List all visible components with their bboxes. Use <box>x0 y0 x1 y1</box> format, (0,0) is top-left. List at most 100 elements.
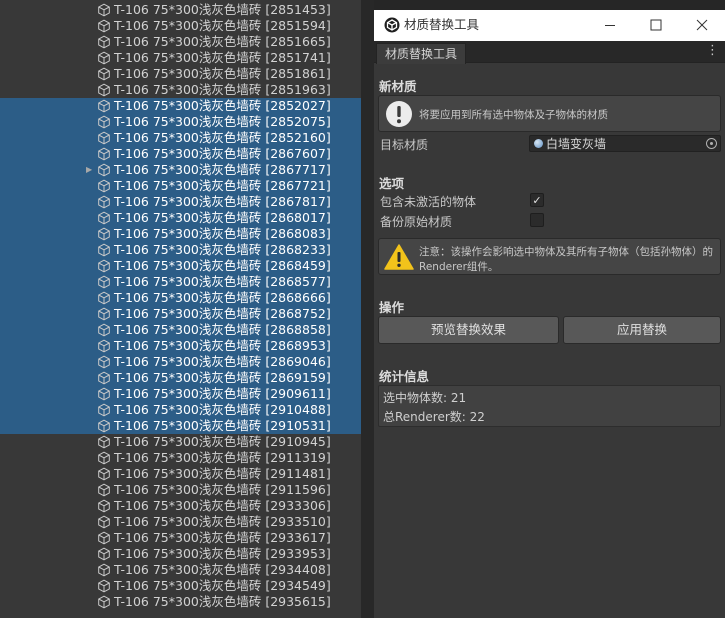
hierarchy-item-label: T-106 75*300浅灰色墙砖 [2868233] <box>114 242 331 257</box>
hierarchy-item-label: T-106 75*300浅灰色墙砖 [2868752] <box>114 306 331 321</box>
hierarchy-panel: T-106 75*300浅灰色墙砖 [2851453] T-106 75*300浅… <box>0 0 361 618</box>
hierarchy-item-label: T-106 75*300浅灰色墙砖 [2910488] <box>114 402 331 417</box>
hierarchy-item-label: T-106 75*300浅灰色墙砖 [2851594] <box>114 18 331 33</box>
include-inactive-checkbox[interactable]: ✓ <box>530 193 544 207</box>
gameobject-cube-icon <box>98 243 110 257</box>
hierarchy-item[interactable]: T-106 75*300浅灰色墙砖 [2868017] <box>0 210 361 226</box>
hierarchy-item-label: T-106 75*300浅灰色墙砖 [2933510] <box>114 514 331 529</box>
hierarchy-item-label: T-106 75*300浅灰色墙砖 [2852027] <box>114 98 331 113</box>
backup-materials-label: 备份原始材质 <box>380 215 453 229</box>
renderer-count: 总Renderer数: 22 <box>383 410 485 424</box>
hierarchy-item[interactable]: T-106 75*300浅灰色墙砖 [2868666] <box>0 290 361 306</box>
maximize-button[interactable] <box>638 14 674 36</box>
hierarchy-item[interactable]: T-106 75*300浅灰色墙砖 [2934408] <box>0 562 361 578</box>
hierarchy-item[interactable]: T-106 75*300浅灰色墙砖 [2868752] <box>0 306 361 322</box>
hierarchy-item[interactable]: T-106 75*300浅灰色墙砖 [2933617] <box>0 530 361 546</box>
gameobject-cube-icon <box>98 579 110 593</box>
hierarchy-item[interactable]: T-106 75*300浅灰色墙砖 [2867817] <box>0 194 361 210</box>
close-icon <box>696 19 708 31</box>
hierarchy-item[interactable]: T-106 75*300浅灰色墙砖 [2851665] <box>0 34 361 50</box>
hierarchy-item-label: T-106 75*300浅灰色墙砖 [2868577] <box>114 274 331 289</box>
apply-replacement-button[interactable]: 应用替换 <box>563 316 721 344</box>
object-picker-icon[interactable] <box>706 138 717 149</box>
hierarchy-item[interactable]: T-106 75*300浅灰色墙砖 [2868577] <box>0 274 361 290</box>
preview-replacement-button[interactable]: 预览替换效果 <box>378 316 559 344</box>
info-icon <box>386 101 412 127</box>
minimize-button[interactable] <box>592 14 628 36</box>
target-material-label: 目标材质 <box>380 138 429 152</box>
hierarchy-item[interactable]: T-106 75*300浅灰色墙砖 [2851963] <box>0 82 361 98</box>
gameobject-cube-icon <box>98 355 110 369</box>
hierarchy-item-label: T-106 75*300浅灰色墙砖 [2933953] <box>114 546 331 561</box>
hierarchy-item[interactable]: T-106 75*300浅灰色墙砖 [2933306] <box>0 498 361 514</box>
gameobject-cube-icon <box>98 179 110 193</box>
tab-bar: 材质替换工具 ⋮ <box>374 41 725 64</box>
hierarchy-item[interactable]: T-106 75*300浅灰色墙砖 [2935615] <box>0 594 361 610</box>
section-title-stats: 统计信息 <box>379 369 430 384</box>
close-button[interactable] <box>684 14 720 36</box>
hierarchy-item[interactable]: T-106 75*300浅灰色墙砖 [2910531] <box>0 418 361 434</box>
section-title-actions: 操作 <box>379 300 405 315</box>
hierarchy-item[interactable]: T-106 75*300浅灰色墙砖 [2868858] <box>0 322 361 338</box>
hierarchy-item[interactable]: T-106 75*300浅灰色墙砖 [2851741] <box>0 50 361 66</box>
hierarchy-item[interactable]: T-106 75*300浅灰色墙砖 [2868953] <box>0 338 361 354</box>
section-title-new-material: 新材质 <box>379 79 417 94</box>
backup-materials-checkbox[interactable] <box>530 213 544 227</box>
gameobject-cube-icon <box>98 259 110 273</box>
window-title: 材质替换工具 <box>404 17 480 32</box>
gameobject-cube-icon <box>98 323 110 337</box>
hierarchy-item[interactable]: T-106 75*300浅灰色墙砖 [2852160] <box>0 130 361 146</box>
hierarchy-item-label: T-106 75*300浅灰色墙砖 [2867607] <box>114 146 331 161</box>
hierarchy-item[interactable]: T-106 75*300浅灰色墙砖 [2852027] <box>0 98 361 114</box>
hierarchy-item-label: T-106 75*300浅灰色墙砖 [2911481] <box>114 466 331 481</box>
hierarchy-item[interactable]: T-106 75*300浅灰色墙砖 [2934549] <box>0 578 361 594</box>
hierarchy-item-label: T-106 75*300浅灰色墙砖 [2911596] <box>114 482 331 497</box>
tab-material-replace[interactable]: 材质替换工具 <box>376 43 467 64</box>
hierarchy-item-label: T-106 75*300浅灰色墙砖 [2910531] <box>114 418 331 433</box>
gameobject-cube-icon <box>98 515 110 529</box>
hierarchy-item[interactable]: T-106 75*300浅灰色墙砖 [2911319] <box>0 450 361 466</box>
gameobject-cube-icon <box>98 163 110 177</box>
hierarchy-item[interactable]: T-106 75*300浅灰色墙砖 [2868459] <box>0 258 361 274</box>
hierarchy-item[interactable]: T-106 75*300浅灰色墙砖 [2909611] <box>0 386 361 402</box>
hierarchy-item[interactable]: T-106 75*300浅灰色墙砖 [2869159] <box>0 370 361 386</box>
minimize-icon <box>605 25 615 26</box>
hierarchy-item[interactable]: ▶ T-106 75*300浅灰色墙砖 [2867717] <box>0 162 361 178</box>
hierarchy-item[interactable]: T-106 75*300浅灰色墙砖 [2851594] <box>0 18 361 34</box>
gameobject-cube-icon <box>98 99 110 113</box>
gameobject-cube-icon <box>98 563 110 577</box>
gameobject-cube-icon <box>98 115 110 129</box>
hierarchy-item[interactable]: T-106 75*300浅灰色墙砖 [2869046] <box>0 354 361 370</box>
hierarchy-item-label: T-106 75*300浅灰色墙砖 [2869046] <box>114 354 331 369</box>
gameobject-cube-icon <box>98 19 110 33</box>
info-helpbox: 将要应用到所有选中物体及子物体的材质 <box>378 95 721 132</box>
hierarchy-item[interactable]: T-106 75*300浅灰色墙砖 [2911596] <box>0 482 361 498</box>
hierarchy-item[interactable]: T-106 75*300浅灰色墙砖 [2868233] <box>0 242 361 258</box>
window-titlebar[interactable]: 材质替换工具 <box>374 10 725 41</box>
gameobject-cube-icon <box>98 595 110 609</box>
hierarchy-item-label: T-106 75*300浅灰色墙砖 [2868459] <box>114 258 331 273</box>
gameobject-cube-icon <box>98 403 110 417</box>
hierarchy-item[interactable]: T-106 75*300浅灰色墙砖 [2933510] <box>0 514 361 530</box>
gameobject-cube-icon <box>98 195 110 209</box>
hierarchy-item[interactable]: T-106 75*300浅灰色墙砖 [2868083] <box>0 226 361 242</box>
hierarchy-item[interactable]: T-106 75*300浅灰色墙砖 [2851453] <box>0 2 361 18</box>
hierarchy-item[interactable]: T-106 75*300浅灰色墙砖 [2910488] <box>0 402 361 418</box>
gameobject-cube-icon <box>98 307 110 321</box>
hierarchy-item[interactable]: T-106 75*300浅灰色墙砖 [2867607] <box>0 146 361 162</box>
hierarchy-item[interactable]: T-106 75*300浅灰色墙砖 [2910945] <box>0 434 361 450</box>
hierarchy-item-label: T-106 75*300浅灰色墙砖 [2868858] <box>114 322 331 337</box>
kebab-menu-icon[interactable]: ⋮ <box>706 43 719 59</box>
hierarchy-item[interactable]: T-106 75*300浅灰色墙砖 [2851861] <box>0 66 361 82</box>
gameobject-cube-icon <box>98 3 110 17</box>
hierarchy-item[interactable]: T-106 75*300浅灰色墙砖 [2852075] <box>0 114 361 130</box>
selected-objects-count: 选中物体数: 21 <box>383 391 467 405</box>
target-material-field[interactable]: 白墙变灰墙 <box>529 135 721 152</box>
hierarchy-item[interactable]: T-106 75*300浅灰色墙砖 [2911481] <box>0 466 361 482</box>
hierarchy-item[interactable]: T-106 75*300浅灰色墙砖 [2933953] <box>0 546 361 562</box>
expand-arrow-icon[interactable]: ▶ <box>86 162 95 178</box>
gameobject-cube-icon <box>98 467 110 481</box>
hierarchy-item[interactable]: T-106 75*300浅灰色墙砖 [2867721] <box>0 178 361 194</box>
hierarchy-list: T-106 75*300浅灰色墙砖 [2851453] T-106 75*300浅… <box>0 2 361 610</box>
panel-divider[interactable] <box>361 0 374 618</box>
